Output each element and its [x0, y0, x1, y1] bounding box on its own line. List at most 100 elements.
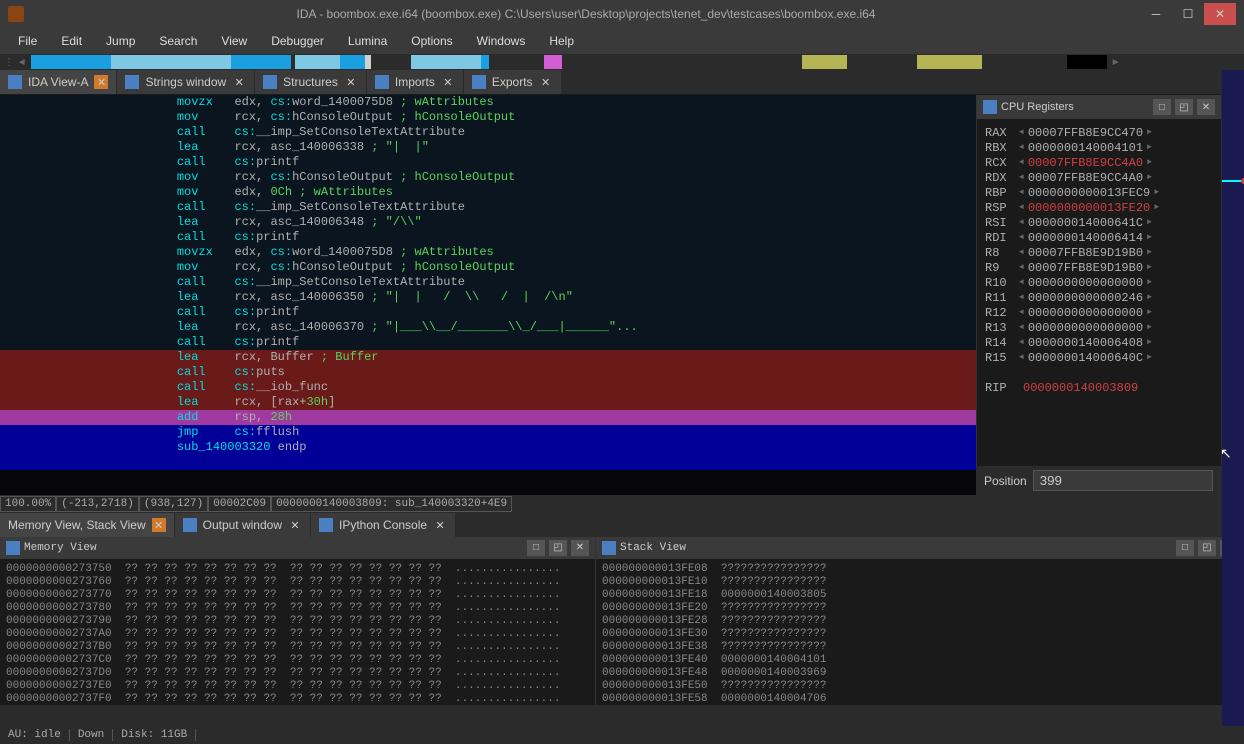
- tab-exports[interactable]: Exports✕: [464, 70, 562, 94]
- panel-min-button[interactable]: □: [1153, 99, 1171, 115]
- tab-close-icon[interactable]: ✕: [152, 518, 166, 532]
- register-r10[interactable]: R10◄0000000000000000►: [985, 275, 1213, 290]
- menu-jump[interactable]: Jump: [96, 30, 145, 52]
- nav-segment[interactable]: [340, 55, 365, 69]
- nav-segment[interactable]: [982, 55, 1067, 69]
- nav-segment[interactable]: [411, 55, 481, 69]
- menu-options[interactable]: Options: [401, 30, 462, 52]
- tab-structures[interactable]: Structures✕: [255, 70, 367, 94]
- panel-float-button[interactable]: ◰: [549, 540, 567, 556]
- register-r13[interactable]: R13◄0000000000000000►: [985, 320, 1213, 335]
- memory-row[interactable]: 00000000002737D0 ?? ?? ?? ?? ?? ?? ?? ??…: [6, 667, 589, 680]
- tab-close-icon[interactable]: ✕: [539, 75, 553, 89]
- nav-segment[interactable]: [231, 55, 291, 69]
- nav-segment[interactable]: [544, 55, 562, 69]
- panel-close-button[interactable]: ✕: [1197, 99, 1215, 115]
- disasm-line[interactable]: lea rcx, asc_140006350 ; "| | / \\ / | /…: [0, 290, 976, 305]
- disasm-line[interactable]: lea rcx, asc_140006338 ; "| |": [0, 140, 976, 155]
- register-r15[interactable]: R15◄000000014000640C►: [985, 350, 1213, 365]
- nav-segment[interactable]: [917, 55, 982, 69]
- nav-segment[interactable]: [1067, 55, 1107, 69]
- disasm-line[interactable]: call cs:puts: [0, 365, 976, 380]
- memory-row[interactable]: 00000000002737E0 ?? ?? ?? ?? ?? ?? ?? ??…: [6, 680, 589, 693]
- minimize-button[interactable]: ─: [1140, 3, 1172, 25]
- register-r14[interactable]: R14◄0000000140006408►: [985, 335, 1213, 350]
- disasm-line[interactable]: call cs:__imp_SetConsoleTextAttribute: [0, 125, 976, 140]
- tab-close-icon[interactable]: ✕: [433, 518, 447, 532]
- lowertab-0[interactable]: Memory View, Stack View✕: [0, 513, 175, 537]
- register-rdi[interactable]: RDI◄0000000140006414►: [985, 230, 1213, 245]
- disasm-line[interactable]: movzx edx, cs:word_1400075D8 ; wAttribut…: [0, 95, 976, 110]
- disasm-line[interactable]: lea rcx, asc_140006348 ; "/\\": [0, 215, 976, 230]
- stack-row[interactable]: 000000000013FE20 ????????????????: [602, 602, 1238, 615]
- menu-windows[interactable]: Windows: [467, 30, 536, 52]
- disasm-line[interactable]: [0, 455, 976, 470]
- tab-strings-window[interactable]: Strings window✕: [117, 70, 255, 94]
- stack-row[interactable]: 000000000013FE48 0000000140003969: [602, 667, 1238, 680]
- register-r12[interactable]: R12◄0000000000000000►: [985, 305, 1213, 320]
- register-r9[interactable]: R9◄00007FFB8E9D19B0►: [985, 260, 1213, 275]
- memory-row[interactable]: 00000000002737C0 ?? ?? ?? ?? ?? ?? ?? ??…: [6, 654, 589, 667]
- stack-row[interactable]: 000000000013FE18 0000000140003805: [602, 589, 1238, 602]
- disasm-line[interactable]: mov rcx, cs:hConsoleOutput ; hConsoleOut…: [0, 170, 976, 185]
- maximize-button[interactable]: ☐: [1172, 3, 1204, 25]
- menu-search[interactable]: Search: [149, 30, 207, 52]
- register-r8[interactable]: R8◄00007FFB8E9D19B0►: [985, 245, 1213, 260]
- panel-min-button[interactable]: □: [1176, 540, 1194, 556]
- disasm-line[interactable]: mov edx, 0Ch ; wAttributes: [0, 185, 976, 200]
- panel-float-button[interactable]: ◰: [1175, 99, 1193, 115]
- register-r11[interactable]: R11◄0000000000000246►: [985, 290, 1213, 305]
- stack-row[interactable]: 000000000013FE58 0000000140004706: [602, 693, 1238, 706]
- menu-edit[interactable]: Edit: [51, 30, 92, 52]
- panel-close-button[interactable]: ✕: [571, 540, 589, 556]
- tab-close-icon[interactable]: ✕: [441, 75, 455, 89]
- memory-row[interactable]: 0000000000273760 ?? ?? ?? ?? ?? ?? ?? ??…: [6, 576, 589, 589]
- register-rsp[interactable]: RSP◄0000000000013FE20►: [985, 200, 1213, 215]
- nav-band[interactable]: ⋮ ◄ ►: [0, 54, 1244, 70]
- memory-row[interactable]: 0000000000273770 ?? ?? ?? ?? ?? ?? ?? ??…: [6, 589, 589, 602]
- menu-help[interactable]: Help: [539, 30, 584, 52]
- menu-debugger[interactable]: Debugger: [261, 30, 334, 52]
- close-button[interactable]: ✕: [1204, 3, 1236, 25]
- register-rbp[interactable]: RBP◄0000000000013FEC9►: [985, 185, 1213, 200]
- stack-row[interactable]: 000000000013FE50 ????????????????: [602, 680, 1238, 693]
- memory-row[interactable]: 00000000002737B0 ?? ?? ?? ?? ?? ?? ?? ??…: [6, 641, 589, 654]
- register-rbx[interactable]: RBX◄0000000140004101►: [985, 140, 1213, 155]
- disasm-line[interactable]: movzx edx, cs:word_1400075D8 ; wAttribut…: [0, 245, 976, 260]
- nav-segment[interactable]: [111, 55, 231, 69]
- disasm-line[interactable]: call cs:__imp_SetConsoleTextAttribute: [0, 200, 976, 215]
- memory-row[interactable]: 00000000002737A0 ?? ?? ?? ?? ?? ?? ?? ??…: [6, 628, 589, 641]
- tab-close-icon[interactable]: ✕: [288, 518, 302, 532]
- tab-close-icon[interactable]: ✕: [344, 75, 358, 89]
- memory-row[interactable]: 0000000000273790 ?? ?? ?? ?? ?? ?? ?? ??…: [6, 615, 589, 628]
- disasm-line[interactable]: call cs:__iob_func: [0, 380, 976, 395]
- disasm-line[interactable]: call cs:printf: [0, 230, 976, 245]
- panel-float-button[interactable]: ◰: [1198, 540, 1216, 556]
- disasm-line[interactable]: lea rcx, asc_140006370 ; "|___\\__/_____…: [0, 320, 976, 335]
- tab-ida-view-a[interactable]: IDA View-A✕: [0, 70, 117, 94]
- nav-segment[interactable]: [562, 55, 802, 69]
- memory-row[interactable]: 0000000000273780 ?? ?? ?? ?? ?? ?? ?? ??…: [6, 602, 589, 615]
- disasm-line[interactable]: jmp cs:fflush: [0, 425, 976, 440]
- register-rsi[interactable]: RSI◄000000014000641C►: [985, 215, 1213, 230]
- nav-segment[interactable]: [489, 55, 544, 69]
- disasm-line[interactable]: call cs:__imp_SetConsoleTextAttribute: [0, 275, 976, 290]
- stack-row[interactable]: 000000000013FE30 ????????????????: [602, 628, 1238, 641]
- menu-view[interactable]: View: [211, 30, 257, 52]
- nav-segment[interactable]: [31, 55, 111, 69]
- disasm-line[interactable]: sub_140003320 endp: [0, 440, 976, 455]
- disasm-line[interactable]: call cs:printf: [0, 335, 976, 350]
- tab-imports[interactable]: Imports✕: [367, 70, 464, 94]
- menu-file[interactable]: File: [8, 30, 47, 52]
- memory-row[interactable]: 0000000000273750 ?? ?? ?? ?? ?? ?? ?? ??…: [6, 563, 589, 576]
- register-rcx[interactable]: RCX◄00007FFB8E9CC4A0►: [985, 155, 1213, 170]
- disassembly-view[interactable]: movzx edx, cs:word_1400075D8 ; wAttribut…: [0, 95, 976, 495]
- disasm-line[interactable]: add rsp, 28h: [0, 410, 976, 425]
- trace-strip[interactable]: [1222, 70, 1244, 726]
- disasm-line[interactable]: call cs:printf: [0, 305, 976, 320]
- register-rax[interactable]: RAX◄00007FFB8E9CC470►: [985, 125, 1213, 140]
- disasm-line[interactable]: lea rcx, [rax+30h]: [0, 395, 976, 410]
- tab-close-icon[interactable]: ✕: [232, 75, 246, 89]
- nav-segment[interactable]: [295, 55, 340, 69]
- stack-row[interactable]: 000000000013FE10 ????????????????: [602, 576, 1238, 589]
